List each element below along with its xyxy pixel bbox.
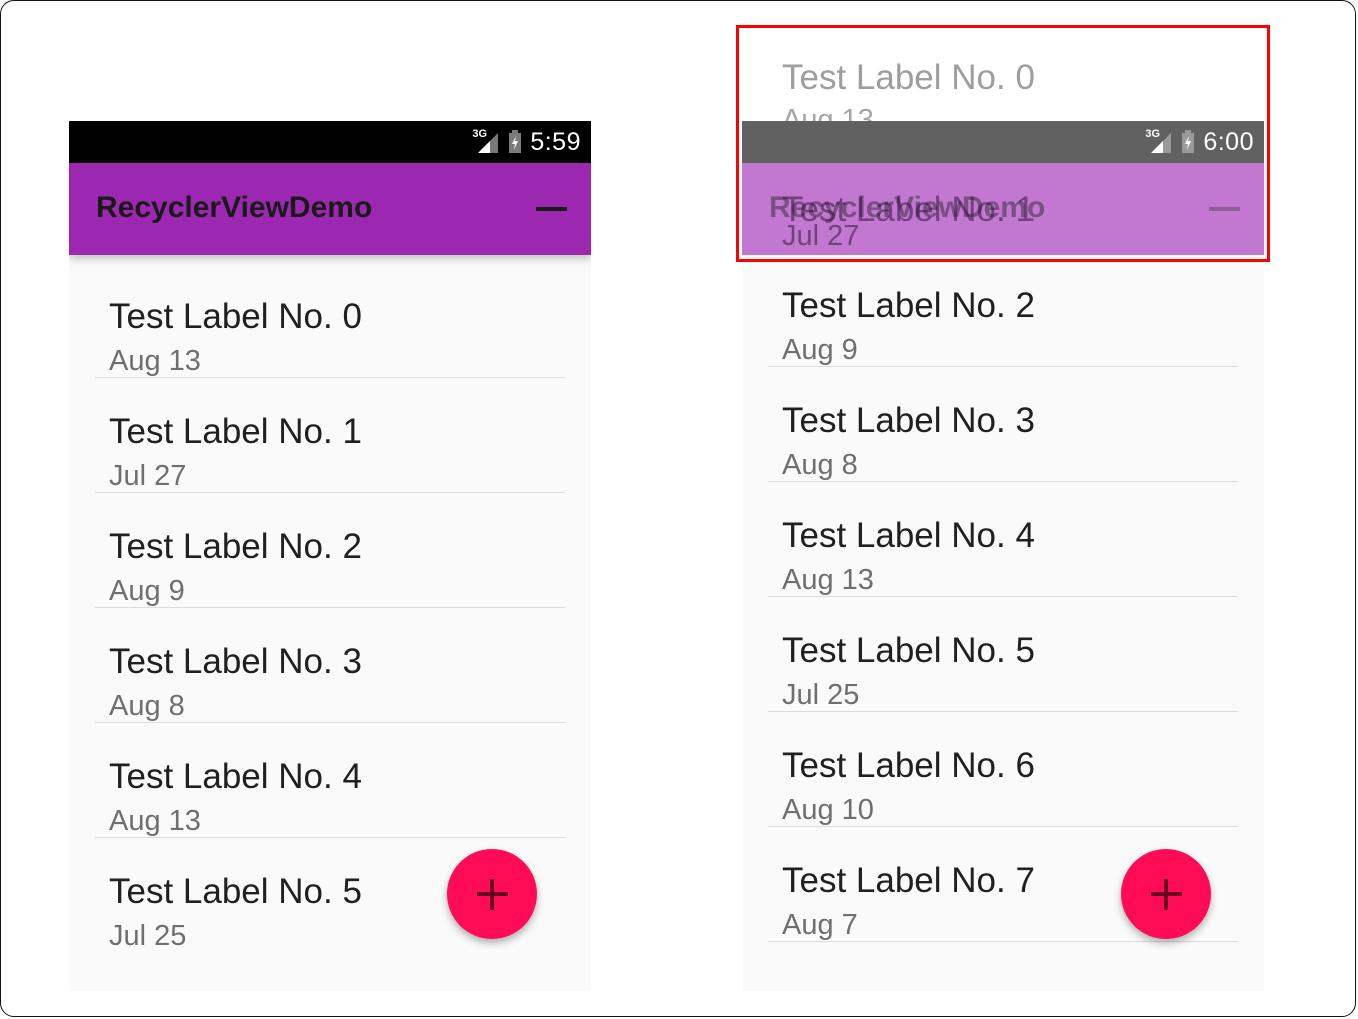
item-label: Test Label No. 5: [109, 872, 362, 911]
list-item[interactable]: Test Label No. 5 Jul 25: [742, 597, 1264, 712]
item-label: Test Label No. 2: [782, 286, 1035, 325]
list-item[interactable]: Test Label No. 4 Aug 13: [69, 723, 591, 838]
item-label: Test Label No. 5: [782, 631, 1035, 670]
status-time: 5:59: [530, 127, 581, 156]
item-label: Test Label No. 3: [109, 642, 362, 681]
list-item[interactable]: Test Label No. 3 Aug 8: [69, 608, 591, 723]
recycler-list[interactable]: Test Label No. 0 Aug 13 Test Label No. 1…: [69, 263, 591, 953]
divider: [768, 941, 1238, 942]
item-date: Aug 9: [782, 334, 858, 366]
item-date: Jul 25: [109, 920, 187, 952]
list-item[interactable]: Test Label No. 2 Aug 9: [69, 493, 591, 608]
item-label: Test Label No. 2: [109, 527, 362, 566]
item-label: Test Label No. 7: [782, 861, 1035, 900]
highlight-box: [736, 25, 1270, 262]
list-item[interactable]: Test Label No. 6 Aug 10: [742, 712, 1264, 827]
list-item[interactable]: Test Label No. 1 Jul 27: [69, 378, 591, 493]
signal-icon: 3G: [472, 128, 500, 155]
item-date: Aug 13: [782, 564, 874, 596]
item-label: Test Label No. 4: [782, 516, 1035, 555]
list-item[interactable]: Test Label No. 3 Aug 8: [742, 367, 1264, 482]
list-item[interactable]: Test Label No. 4 Aug 13: [742, 482, 1264, 597]
status-bar: 3G 5:59: [69, 121, 591, 163]
item-date: Jul 25: [782, 679, 860, 711]
item-date: Aug 10: [782, 794, 874, 826]
item-date: Aug 13: [109, 805, 201, 837]
app-bar: RecyclerViewDemo: [69, 163, 591, 255]
item-date: Aug 7: [782, 909, 858, 941]
item-label: Test Label No. 3: [782, 401, 1035, 440]
item-label: Test Label No. 4: [109, 757, 362, 796]
list-item[interactable]: Test Label No. 0 Aug 13: [69, 263, 591, 378]
item-date: Aug 8: [782, 449, 858, 481]
remove-item-icon[interactable]: [536, 207, 567, 211]
item-date: Aug 9: [109, 575, 185, 607]
recycler-list[interactable]: Test Label No. 2 Aug 9 Test Label No. 3 …: [742, 252, 1264, 942]
item-date: Aug 13: [109, 345, 201, 377]
item-date: Aug 8: [109, 690, 185, 722]
item-label: Test Label No. 0: [109, 297, 362, 336]
battery-charging-icon: [509, 130, 522, 153]
add-item-fab[interactable]: [1121, 849, 1211, 939]
item-label: Test Label No. 6: [782, 746, 1035, 785]
phone-screen-left: 3G 5:59 RecyclerViewDemo Test Label No. …: [69, 121, 591, 991]
item-label: Test Label No. 1: [109, 412, 362, 451]
item-date: Jul 27: [109, 460, 187, 492]
app-title: RecyclerViewDemo: [96, 191, 373, 224]
add-item-fab[interactable]: [447, 849, 537, 939]
